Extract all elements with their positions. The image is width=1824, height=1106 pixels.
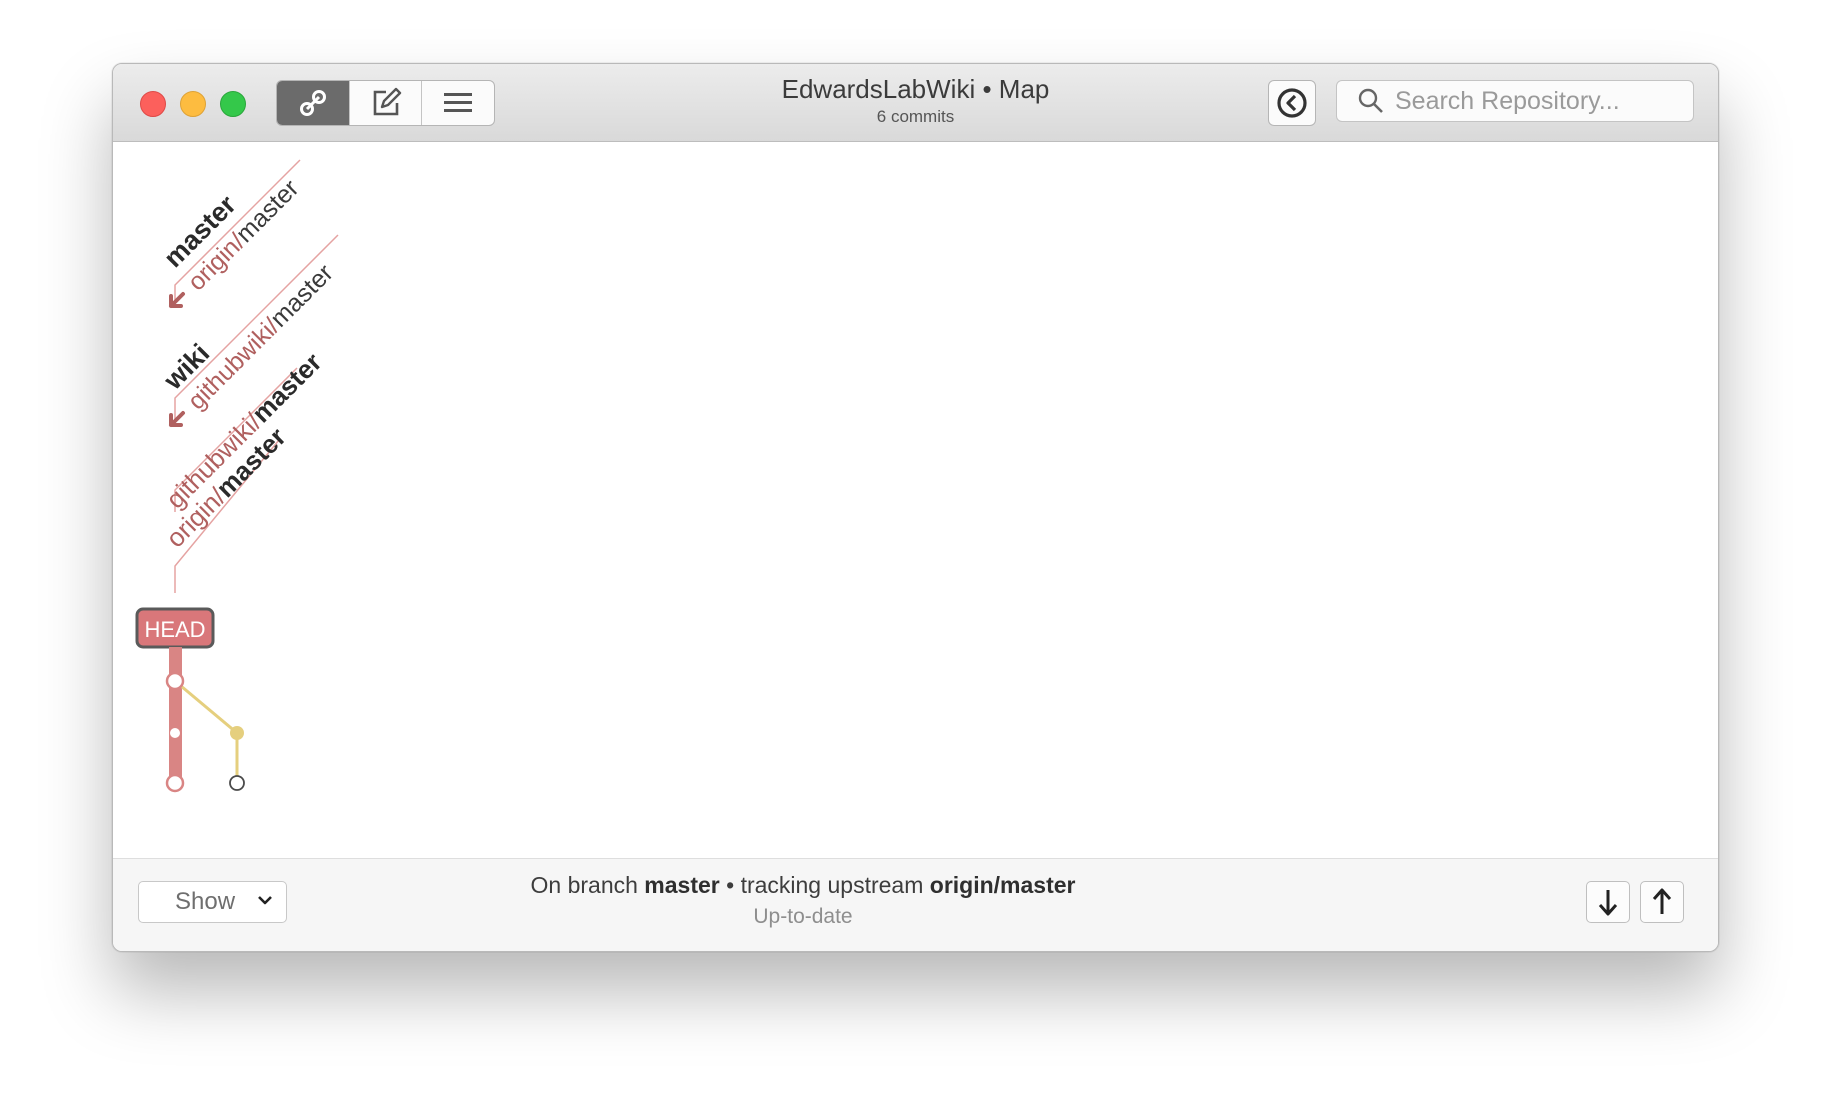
side-branch-line [174, 679, 239, 783]
current-branch: master [644, 872, 720, 898]
view-segmented-control [276, 80, 495, 126]
push-button[interactable] [1640, 881, 1684, 923]
main-branch-line [169, 647, 182, 782]
map-icon [299, 90, 326, 116]
head-label: HEAD [144, 617, 205, 642]
upstream-branch: origin/master [929, 872, 1076, 898]
commit-node[interactable] [229, 775, 245, 791]
zoom-window-button[interactable] [220, 91, 246, 117]
compose-icon [373, 87, 401, 116]
minimize-window-button[interactable] [180, 91, 206, 117]
search-field[interactable]: Search Repository... [1336, 80, 1694, 122]
pull-button[interactable] [1586, 881, 1630, 923]
tracking-arrow-icon [169, 411, 185, 427]
list-icon [444, 93, 473, 112]
branch-map: master origin/master wiki githubwiki/mas… [135, 159, 339, 793]
branch-status: On branch master • tracking upstream ori… [113, 872, 1493, 929]
search-icon [1358, 88, 1383, 113]
tracking-arrow-icon [169, 292, 185, 308]
titlebar: EdwardsLabWiki • Map 6 commits Search Re… [113, 64, 1718, 142]
tracking-status-line: On branch master • tracking upstream ori… [530, 872, 1076, 898]
commit-node[interactable] [165, 671, 185, 691]
search-placeholder: Search Repository... [1395, 86, 1620, 115]
commit-node[interactable] [230, 726, 244, 740]
ref-group-wiki[interactable]: wiki githubwiki/master [157, 259, 339, 427]
app-window: EdwardsLabWiki • Map 6 commits Search Re… [112, 63, 1719, 952]
head-badge[interactable]: HEAD [135, 607, 215, 649]
ref-group-master[interactable]: master origin/master [158, 174, 304, 308]
back-arrow-icon [1277, 88, 1307, 118]
commit-view-button[interactable] [350, 81, 423, 125]
up-arrow-icon [1652, 888, 1672, 914]
close-window-button[interactable] [140, 91, 166, 117]
down-arrow-icon [1598, 890, 1618, 916]
sync-status: Up-to-date [753, 905, 853, 928]
repository-map: master origin/master wiki githubwiki/mas… [113, 142, 1718, 857]
map-view-button[interactable] [277, 81, 350, 125]
commit-node[interactable] [165, 773, 185, 793]
status-bar: Show On branch master • tracking upstrea… [113, 858, 1718, 951]
history-back-button[interactable] [1268, 80, 1316, 126]
list-view-button[interactable] [422, 81, 494, 125]
commit-node[interactable] [170, 728, 180, 738]
